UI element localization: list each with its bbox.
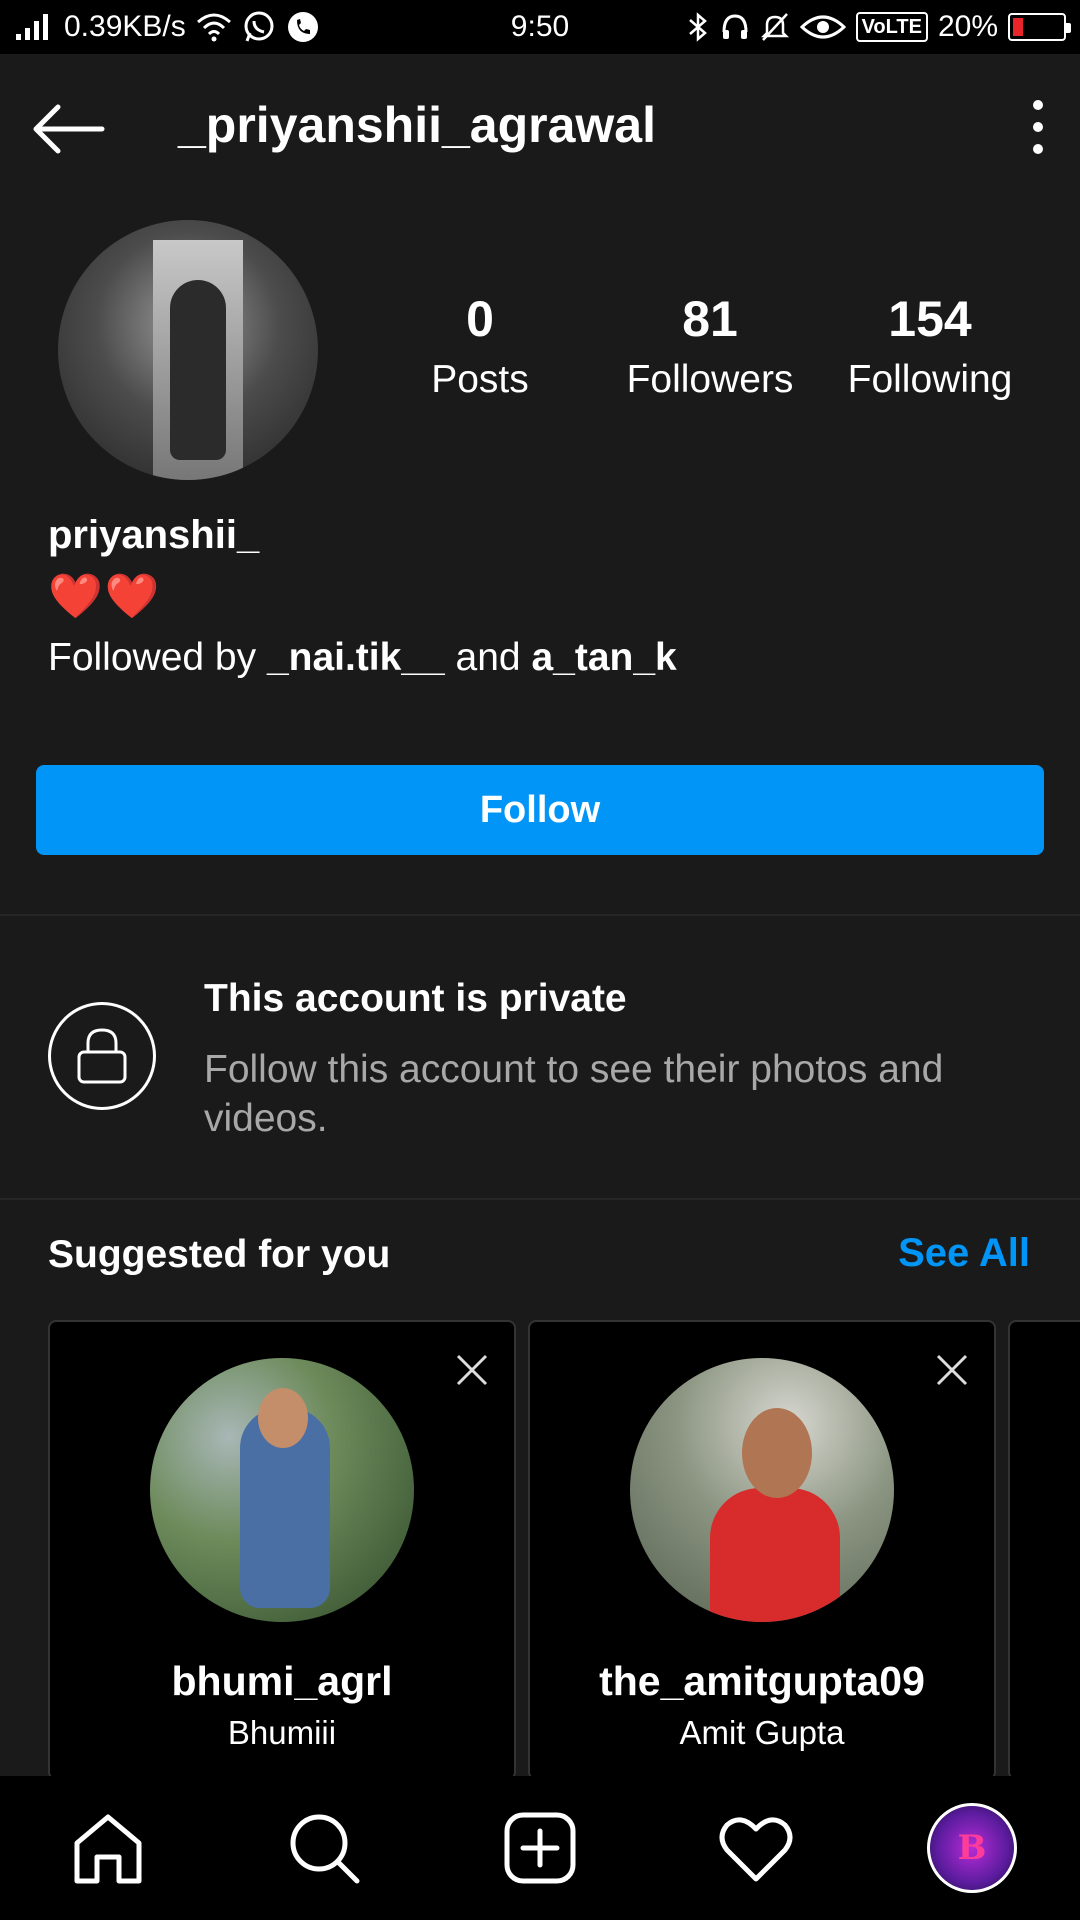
nav-profile[interactable]: B — [917, 1793, 1027, 1903]
dismiss-suggestion-button[interactable] — [454, 1352, 490, 1388]
menu-dot — [1033, 122, 1043, 132]
phone-call-icon — [286, 10, 320, 44]
nav-create[interactable] — [485, 1793, 595, 1903]
profile-avatar[interactable] — [58, 220, 318, 480]
bio-hearts: ❤️❤️ — [48, 572, 162, 621]
battery-fill — [1013, 18, 1023, 36]
search-icon — [290, 1814, 360, 1884]
profile-header: _priyanshii_agrawal — [0, 54, 1080, 199]
suggestion-card[interactable]: bhumi_agrl Bhumiii — [48, 1320, 516, 1780]
dismiss-suggestion-button[interactable] — [934, 1352, 970, 1388]
followed-by-prefix: Followed by — [48, 636, 267, 679]
private-lock-badge — [48, 1002, 156, 1110]
stat-followers-value: 81 — [682, 291, 738, 347]
nav-search[interactable] — [269, 1793, 379, 1903]
back-button[interactable] — [30, 94, 110, 164]
status-bar: 0.39KB/s 9:50 VoLTE 20% — [0, 0, 1080, 54]
status-right: VoLTE 20% — [686, 10, 1071, 44]
whatsapp-icon — [242, 10, 276, 44]
lock-icon — [77, 1028, 127, 1084]
heart-icon — [719, 1817, 793, 1882]
bell-muted-icon — [760, 11, 790, 43]
see-all-link[interactable]: See All — [898, 1231, 1030, 1276]
stat-followers-label: Followers — [626, 358, 794, 401]
stat-followers[interactable]: 81 Followers — [600, 290, 820, 402]
private-description: Follow this account to see their photos … — [204, 1048, 944, 1140]
battery-percent: 20% — [937, 10, 998, 43]
battery-icon — [1008, 13, 1071, 41]
add-post-icon — [504, 1812, 576, 1884]
suggestion-username[interactable]: the_amitgupta09 — [530, 1658, 994, 1705]
profile-avatar: B — [927, 1803, 1017, 1893]
network-speed: 0.39KB/s — [64, 10, 186, 43]
divider — [0, 914, 1080, 916]
close-icon — [936, 1354, 968, 1386]
avatar-photo-head — [742, 1408, 812, 1498]
status-left: 0.39KB/s — [14, 10, 320, 44]
mutual-user-2[interactable]: a_tan_k — [531, 636, 676, 679]
suggestion-name: Bhumiii — [227, 1714, 337, 1751]
home-icon — [74, 1814, 142, 1884]
more-vertical-icon — [1033, 100, 1043, 110]
bluetooth-icon — [686, 11, 710, 43]
suggestion-name: Amit Gupta — [679, 1714, 845, 1751]
suggestion-username[interactable]: bhumi_agrl — [50, 1658, 514, 1705]
followed-by-and: and — [444, 636, 532, 679]
stat-posts[interactable]: 0 Posts — [400, 290, 560, 402]
close-icon — [456, 1354, 488, 1386]
headphones-icon — [720, 12, 750, 42]
stat-posts-value: 0 — [466, 291, 494, 347]
eye-icon — [799, 12, 846, 42]
divider — [0, 1198, 1080, 1200]
followed-by-text[interactable]: Followed by _nai.tik__ and a_tan_k — [48, 636, 677, 680]
wifi-icon — [196, 12, 232, 42]
display-name: priyanshii_ — [48, 513, 260, 557]
avatar-photo-body — [710, 1488, 840, 1622]
signal-icon — [14, 12, 54, 42]
stat-following[interactable]: 154 Following — [830, 290, 1030, 402]
header-username: _priyanshii_agrawal — [178, 97, 657, 153]
stat-posts-label: Posts — [431, 358, 529, 401]
suggestion-avatar[interactable] — [630, 1358, 894, 1622]
suggested-title: Suggested for you — [48, 1233, 391, 1276]
private-title: This account is private — [204, 977, 627, 1020]
nav-home[interactable] — [53, 1793, 163, 1903]
profile-stats: 0 Posts 81 Followers 154 Following — [400, 290, 1040, 402]
avatar-photo-head — [258, 1388, 308, 1448]
mutual-user-1[interactable]: _nai.tik__ — [267, 636, 445, 679]
suggestion-card-partial[interactable] — [1008, 1320, 1080, 1780]
more-options-button[interactable] — [1016, 92, 1060, 162]
stat-following-value: 154 — [888, 291, 972, 347]
menu-dot — [1033, 144, 1043, 154]
nav-activity[interactable] — [701, 1793, 811, 1903]
avatar-logo-letter: B — [957, 1828, 987, 1868]
follow-button[interactable]: Follow — [36, 765, 1044, 855]
suggestion-card[interactable]: the_amitgupta09 Amit Gupta — [528, 1320, 996, 1780]
back-arrow-icon — [33, 104, 105, 154]
stat-following-label: Following — [847, 358, 1013, 401]
suggestion-avatar[interactable] — [150, 1358, 414, 1622]
avatar-photo-figure — [170, 280, 226, 460]
bottom-nav: B — [0, 1776, 1080, 1920]
volte-badge: VoLTE — [855, 12, 928, 42]
